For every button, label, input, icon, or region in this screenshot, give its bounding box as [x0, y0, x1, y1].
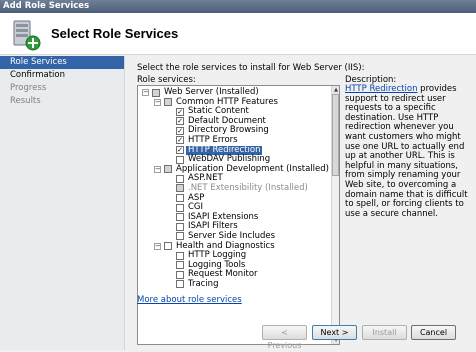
step-confirmation[interactable]: Confirmation — [0, 69, 124, 82]
next-button[interactable]: Next > — [312, 325, 357, 340]
tree-row-request-monitor[interactable]: Request Monitor — [138, 270, 331, 280]
tree-scrollbar[interactable]: ▲ ▼ — [331, 86, 339, 344]
checkbox[interactable] — [176, 280, 184, 289]
scroll-thumb[interactable] — [332, 94, 339, 176]
checkbox[interactable]: ✓ — [176, 126, 184, 135]
checkbox[interactable] — [176, 270, 184, 279]
collapse-icon[interactable]: − — [142, 89, 149, 96]
checkbox[interactable] — [176, 232, 184, 241]
step-progress: Progress — [10, 83, 47, 93]
server-add-icon — [9, 19, 41, 51]
step-results: Results — [10, 96, 41, 106]
checkbox[interactable] — [176, 194, 184, 203]
tree-row-label: .NET Extensibility (Installed) — [188, 182, 308, 193]
scroll-up-button[interactable]: ▲ — [332, 86, 339, 94]
description-body: provides support to redirect user reques… — [345, 84, 468, 219]
tree-row-label: Tracing — [188, 278, 219, 289]
header-banner: Select Role Services — [0, 13, 476, 55]
previous-button[interactable]: < Previous — [262, 325, 307, 350]
main-content: Select the role services to install for … — [125, 56, 476, 350]
description-text: HTTP Redirection provides support to red… — [345, 84, 476, 219]
tree-rows: − Web Server (Installed) − Common HTTP Feat… — [138, 87, 331, 290]
checkbox[interactable] — [176, 261, 184, 270]
collapse-icon[interactable]: − — [154, 98, 161, 106]
checkbox[interactable] — [164, 242, 172, 250]
checkbox[interactable] — [176, 213, 184, 222]
wizard-steps-sidebar: Role Services Confirmation Progress Resu… — [0, 56, 125, 350]
checkbox[interactable] — [176, 155, 184, 164]
checkbox[interactable] — [164, 98, 172, 107]
checkbox[interactable]: ✓ — [176, 117, 184, 126]
tree-row-application-development-installed[interactable]: − Application Development (Installed) — [138, 164, 331, 175]
role-services-label: Role services: — [137, 75, 196, 85]
checkbox[interactable]: ✓ — [176, 107, 184, 116]
http-redirection-link[interactable]: HTTP Redirection — [345, 84, 417, 94]
page-title: Select Role Services — [51, 26, 179, 41]
checkbox[interactable]: ✓ — [176, 146, 184, 155]
add-role-services-dialog: Add Role Services Select Role Services R… — [0, 0, 476, 350]
install-button[interactable]: Install — [362, 325, 407, 340]
cancel-button[interactable]: Cancel — [411, 325, 456, 340]
tree-row-asp[interactable]: ASP — [138, 193, 331, 204]
checkbox[interactable] — [176, 174, 184, 183]
checkbox[interactable] — [176, 222, 184, 231]
instructions-text: Select the role services to install for … — [137, 63, 365, 73]
checkbox[interactable] — [164, 165, 172, 174]
tree-row-net-extensibility-installed[interactable]: .NET Extensibility (Installed) — [138, 182, 331, 194]
checkbox[interactable]: ✓ — [176, 136, 184, 145]
checkbox[interactable] — [152, 88, 160, 97]
collapse-icon[interactable]: − — [154, 242, 161, 250]
more-about-role-services-link[interactable]: More about role services — [137, 295, 242, 305]
step-role-services[interactable]: Role Services — [0, 56, 124, 69]
window-title: Add Role Services — [0, 0, 476, 13]
tree-row-tracing[interactable]: Tracing — [138, 278, 331, 290]
collapse-icon[interactable]: − — [154, 165, 161, 173]
role-services-tree[interactable]: − Web Server (Installed) − Common HTTP Feat… — [137, 85, 340, 345]
checkbox[interactable] — [176, 184, 184, 193]
checkbox[interactable] — [176, 251, 184, 260]
checkbox[interactable] — [176, 203, 184, 212]
